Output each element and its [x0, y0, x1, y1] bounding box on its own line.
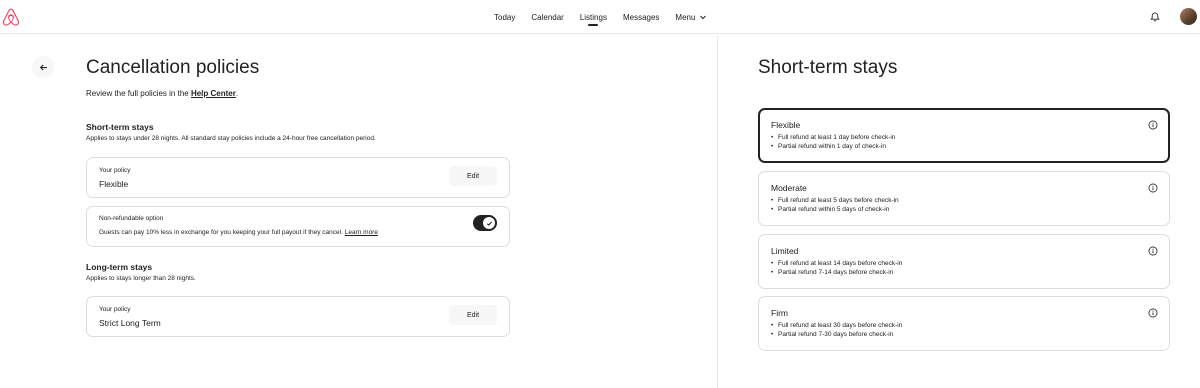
nav-calendar-label: Calendar: [531, 12, 564, 22]
info-icon[interactable]: [1148, 120, 1158, 130]
option-line: • Full refund at least 5 days before chec…: [771, 197, 899, 204]
option-line: • Full refund at least 30 days before che…: [771, 322, 903, 329]
option-name: Moderate: [771, 183, 807, 193]
info-icon[interactable]: [1148, 308, 1158, 318]
short-term-policy-value: Flexible: [99, 179, 129, 189]
long-term-edit-button[interactable]: Edit: [449, 305, 497, 325]
option-line-text: Partial refund 7-14 days before check-in: [778, 269, 894, 276]
option-name: Flexible: [771, 120, 801, 130]
long-term-policy-card: Your policy Strict Long Term Edit: [86, 296, 510, 337]
option-line-text: Partial refund 7-30 days before check-in: [778, 331, 894, 338]
short-term-title: Short-term stays: [86, 122, 154, 132]
non-refundable-toggle[interactable]: [473, 215, 497, 231]
non-refundable-label: Non-refundable option: [99, 215, 164, 222]
long-term-subtitle: Applies to stays longer than 28 nights.: [86, 275, 196, 282]
avatar[interactable]: [1180, 8, 1197, 25]
option-line-text: Full refund at least 5 days before check…: [778, 197, 899, 204]
option-line-text: Partial refund within 1 day of check-in: [778, 143, 887, 150]
nav-listings[interactable]: Listings: [580, 0, 607, 34]
nav-today[interactable]: Today: [494, 0, 515, 34]
option-line: • Partial refund 7-30 days before check-i…: [771, 331, 894, 338]
option-line: • Partial refund 7-14 days before check-i…: [771, 269, 894, 276]
nav-menu-button[interactable]: Menu: [675, 0, 707, 34]
option-details: • Full refund at least 1 day before check…: [771, 133, 895, 151]
review-text: Review the full policies in the Help Cen…: [86, 89, 238, 98]
option-line: • Partial refund within 1 day of check-in: [771, 143, 887, 150]
nav-menu-label: Menu: [675, 12, 696, 22]
non-refundable-desc-text: Guests can pay 10% less in exchange for …: [99, 229, 343, 236]
short-term-policy-card: Your policy Flexible Edit: [86, 157, 510, 198]
option-line: • Full refund at least 14 days before che…: [771, 260, 903, 267]
option-line: • Partial refund within 5 days of check-i…: [771, 206, 890, 213]
option-name: Firm: [771, 308, 788, 318]
main-nav: Today Calendar Listings Messages Menu: [494, 0, 723, 34]
option-line-text: Full refund at least 30 days before chec…: [778, 322, 903, 329]
non-refundable-card: Non-refundable option Guests can pay 10%…: [86, 206, 510, 247]
option-flexible[interactable]: Flexible • Full refund at least 1 day bef…: [758, 108, 1170, 163]
airbnb-logo-icon[interactable]: [2, 8, 20, 26]
info-icon[interactable]: [1148, 183, 1158, 193]
non-refundable-description: Guests can pay 10% less in exchange for …: [99, 229, 378, 236]
top-navigation-bar: Today Calendar Listings Messages Menu: [0, 0, 1200, 34]
nav-messages[interactable]: Messages: [623, 0, 659, 34]
option-details: • Full refund at least 5 days before chec…: [771, 196, 899, 214]
page-title: Cancellation policies: [86, 57, 260, 78]
long-term-policy-label: Your policy: [99, 306, 131, 313]
long-term-policy-value: Strict Long Term: [99, 318, 161, 328]
option-line-text: Full refund at least 14 days before chec…: [778, 260, 903, 267]
back-arrow-icon: [39, 64, 47, 70]
short-term-options-title: Short-term stays: [758, 57, 898, 78]
option-details: • Full refund at least 30 days before che…: [771, 321, 902, 339]
option-details: • Full refund at least 14 days before che…: [771, 259, 902, 277]
nav-calendar[interactable]: Calendar: [531, 0, 563, 34]
nav-today-label: Today: [494, 12, 516, 22]
help-center-link[interactable]: Help Center: [191, 89, 236, 98]
info-icon[interactable]: [1148, 246, 1158, 256]
review-prefix: Review the full policies in the: [86, 89, 189, 98]
learn-more-link[interactable]: Learn more: [345, 229, 378, 236]
back-button[interactable]: [32, 56, 54, 78]
long-term-title: Long-term stays: [86, 262, 153, 272]
checkmark-icon: [486, 221, 492, 226]
short-term-edit-button[interactable]: Edit: [449, 166, 497, 186]
short-term-policy-label: Your policy: [99, 167, 131, 174]
policies-panel: Cancellation policies Review the full po…: [0, 35, 718, 388]
bell-icon: [1150, 12, 1160, 22]
toggle-knob: [483, 217, 495, 229]
option-name: Limited: [771, 246, 799, 256]
nav-messages-label: Messages: [622, 12, 660, 22]
option-line-text: Full refund at least 1 day before check-…: [778, 134, 896, 141]
option-line-text: Partial refund within 5 days of check-in: [778, 206, 890, 213]
chevron-down-icon: [700, 15, 707, 20]
short-term-subtitle: Applies to stays under 28 nights. All st…: [86, 135, 376, 142]
nav-listings-label: Listings: [579, 12, 607, 22]
notifications-button[interactable]: [1146, 8, 1164, 26]
option-firm[interactable]: Firm • Full refund at least 30 days befor…: [758, 296, 1170, 351]
option-moderate[interactable]: Moderate • Full refund at least 5 days be…: [758, 171, 1170, 226]
review-suffix: .: [235, 89, 239, 98]
option-line: • Full refund at least 1 day before check…: [771, 134, 896, 141]
option-limited[interactable]: Limited • Full refund at least 14 days be…: [758, 234, 1170, 289]
